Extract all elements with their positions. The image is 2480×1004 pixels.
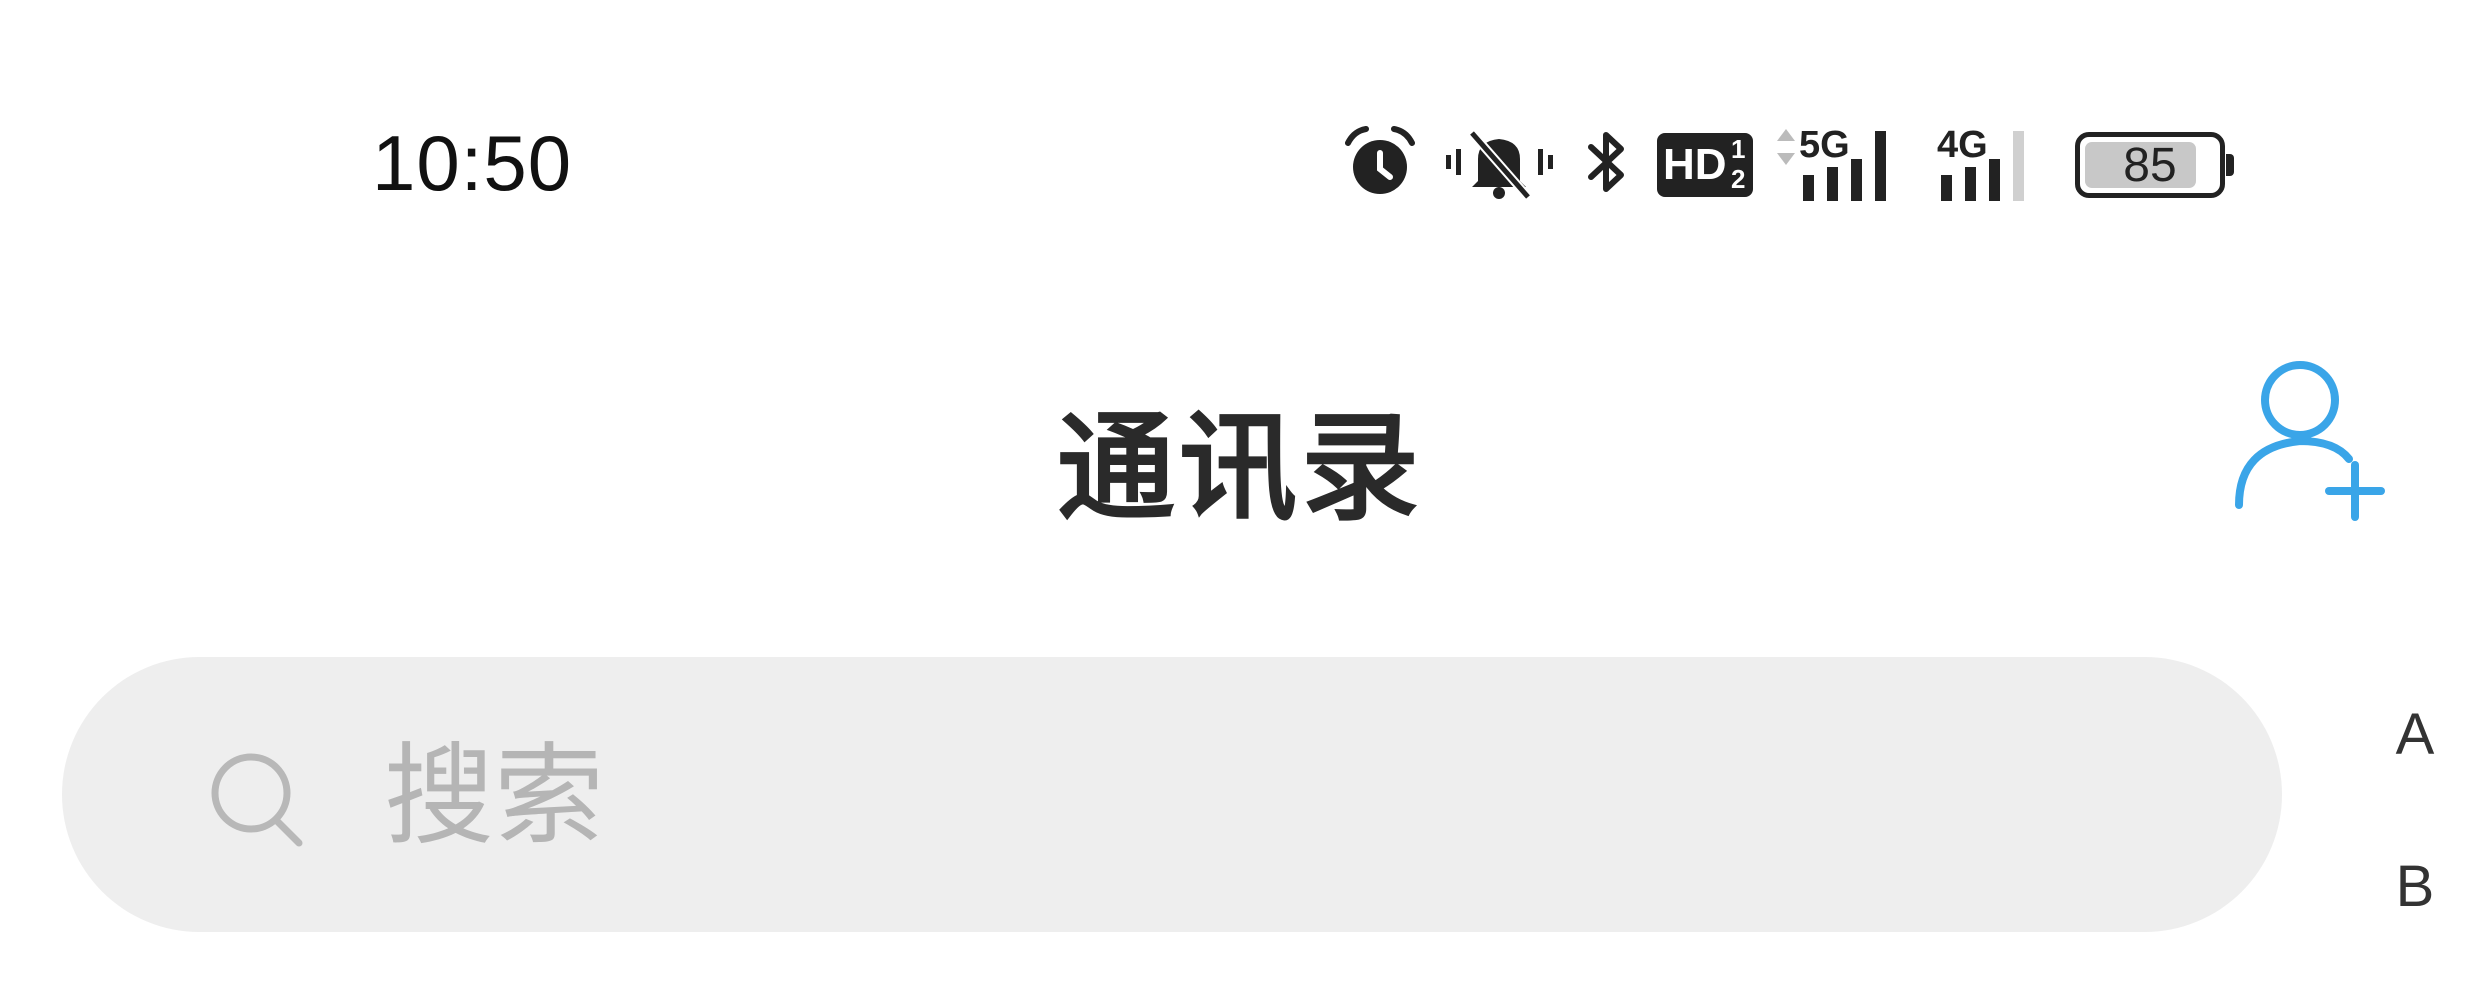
5g-label: 5G <box>1799 124 1850 166</box>
4g-signal-icon: 4G <box>1937 125 2047 205</box>
alarm-icon <box>1340 123 1420 207</box>
hd-icon: HD 1 2 <box>1657 133 1753 197</box>
search-input[interactable] <box>382 707 2186 884</box>
4g-label: 4G <box>1937 124 1988 166</box>
hd-sub-bottom: 2 <box>1731 164 1746 194</box>
add-contact-button[interactable] <box>2225 355 2395 525</box>
search-bar[interactable] <box>62 657 2282 932</box>
5g-signal-icon: 5G <box>1775 125 1915 205</box>
add-contact-icon <box>2235 361 2385 521</box>
status-time: 10:50 <box>372 119 573 207</box>
bluetooth-icon <box>1579 123 1635 207</box>
battery-level: 85 <box>2123 138 2177 192</box>
battery-icon: 85 <box>2075 132 2234 198</box>
page-title: 通讯录 <box>1056 399 1423 537</box>
alphabet-index[interactable]: A B <box>2380 700 2450 1004</box>
status-icons: HD 1 2 5G 4G 85 <box>1340 120 2234 210</box>
index-letter-b[interactable]: B <box>2380 852 2450 1004</box>
hd-label: HD <box>1663 140 1727 189</box>
battery-nub <box>2226 154 2234 176</box>
hd-sub-top: 1 <box>1731 134 1746 164</box>
silent-vibrate-icon <box>1442 123 1557 207</box>
index-letter-a[interactable]: A <box>2380 700 2450 852</box>
search-icon <box>211 753 303 847</box>
status-bar: 10:50 HD 1 2 5G 4G 85 <box>0 0 2480 250</box>
